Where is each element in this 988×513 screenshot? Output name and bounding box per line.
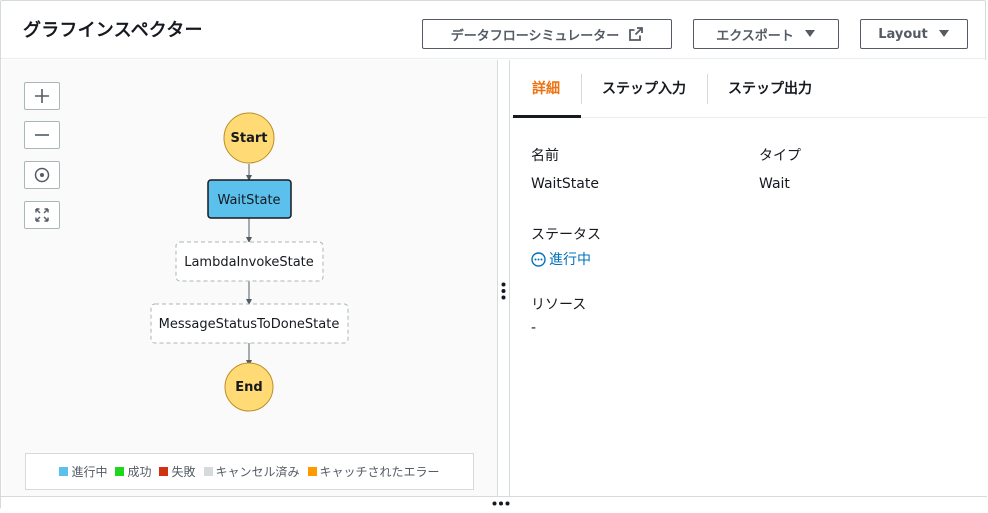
legend-swatch [159, 467, 169, 476]
data-flow-simulator-button[interactable]: データフローシミュレーター [422, 19, 672, 49]
graph-canvas[interactable]: Start WaitState LambdaInvokeState Messag… [2, 60, 497, 496]
export-label: エクスポート [716, 28, 794, 44]
legend-label: キャンセル済み [215, 465, 300, 479]
legend-item-failed: 失敗 [159, 463, 196, 480]
vertical-resize-handle[interactable] [497, 60, 510, 496]
legend-item-caught-error: キャッチされたエラー [307, 463, 440, 480]
export-button[interactable]: エクスポート [693, 19, 839, 49]
node-start-label: Start [231, 131, 268, 146]
node-message-status-to-done-state-label: MessageStatusToDoneState [159, 317, 340, 332]
drag-handle-horizontal-icon [492, 501, 510, 506]
tab-separator [581, 74, 582, 104]
legend-item-in-progress: 進行中 [59, 463, 107, 480]
state-machine-graph: Start WaitState LambdaInvokeState Messag… [150, 112, 349, 412]
legend-label: 進行中 [71, 465, 108, 479]
node-end[interactable]: End [224, 362, 274, 412]
in-progress-icon [531, 251, 546, 267]
details-tabs: 詳細 ステップ入力 ステップ出力 [511, 60, 987, 118]
active-tab-indicator [513, 115, 581, 118]
legend-label: 失敗 [171, 465, 196, 479]
node-end-label: End [235, 380, 262, 395]
type-label: タイプ [759, 148, 801, 164]
status-text: 進行中 [549, 252, 591, 268]
panel-header: グラフインスペクター データフローシミュレーター エクスポート Layout [1, 1, 987, 59]
type-value: Wait [759, 176, 790, 192]
legend-label: キャッチされたエラー [319, 465, 440, 479]
resource-label: リソース [531, 297, 587, 313]
panel-title: グラフインスペクター [23, 20, 203, 41]
tab-step-output[interactable]: ステップ出力 [728, 78, 812, 98]
legend-swatch [59, 467, 69, 476]
details-pane: 詳細 ステップ入力 ステップ出力 名前 WaitState タイプ Wait ス… [511, 60, 987, 496]
status-legend: 進行中 成功 失敗 キャンセル済み キャッチされたエラー [25, 453, 474, 490]
legend-label: 成功 [127, 465, 152, 479]
tab-separator [707, 74, 708, 104]
legend-swatch [307, 467, 317, 476]
node-lambda-invoke-state-label: LambdaInvokeState [184, 255, 314, 270]
status-label: ステータス [531, 227, 601, 243]
drag-handle-vertical-icon [501, 282, 506, 300]
layout-label: Layout [878, 26, 928, 42]
caret-down-icon [938, 30, 949, 37]
horizontal-resize-handle[interactable] [1, 496, 987, 510]
tab-details[interactable]: 詳細 [532, 78, 560, 98]
tab-step-input[interactable]: ステップ入力 [602, 78, 686, 98]
legend-item-cancelled: キャンセル済み [203, 463, 300, 480]
resource-value: - [531, 320, 537, 336]
legend-item-succeeded: 成功 [115, 463, 151, 480]
external-link-icon [629, 27, 644, 41]
node-lambda-invoke-state[interactable]: LambdaInvokeState [175, 241, 324, 282]
caret-down-icon [804, 30, 815, 37]
node-start[interactable]: Start [223, 112, 275, 164]
status-value: 進行中 [531, 249, 591, 269]
name-value: WaitState [531, 176, 599, 192]
node-wait-state[interactable]: WaitState [207, 179, 292, 219]
data-flow-simulator-label: データフローシミュレーター [450, 28, 620, 44]
graph-inspector-panel: グラフインスペクター データフローシミュレーター エクスポート Layout S… [0, 0, 987, 510]
name-label: 名前 [531, 148, 559, 164]
layout-button[interactable]: Layout [860, 19, 968, 49]
node-message-status-to-done-state[interactable]: MessageStatusToDoneState [150, 303, 349, 344]
node-wait-state-label: WaitState [217, 193, 280, 208]
legend-swatch [115, 467, 125, 476]
legend-swatch [203, 467, 213, 476]
